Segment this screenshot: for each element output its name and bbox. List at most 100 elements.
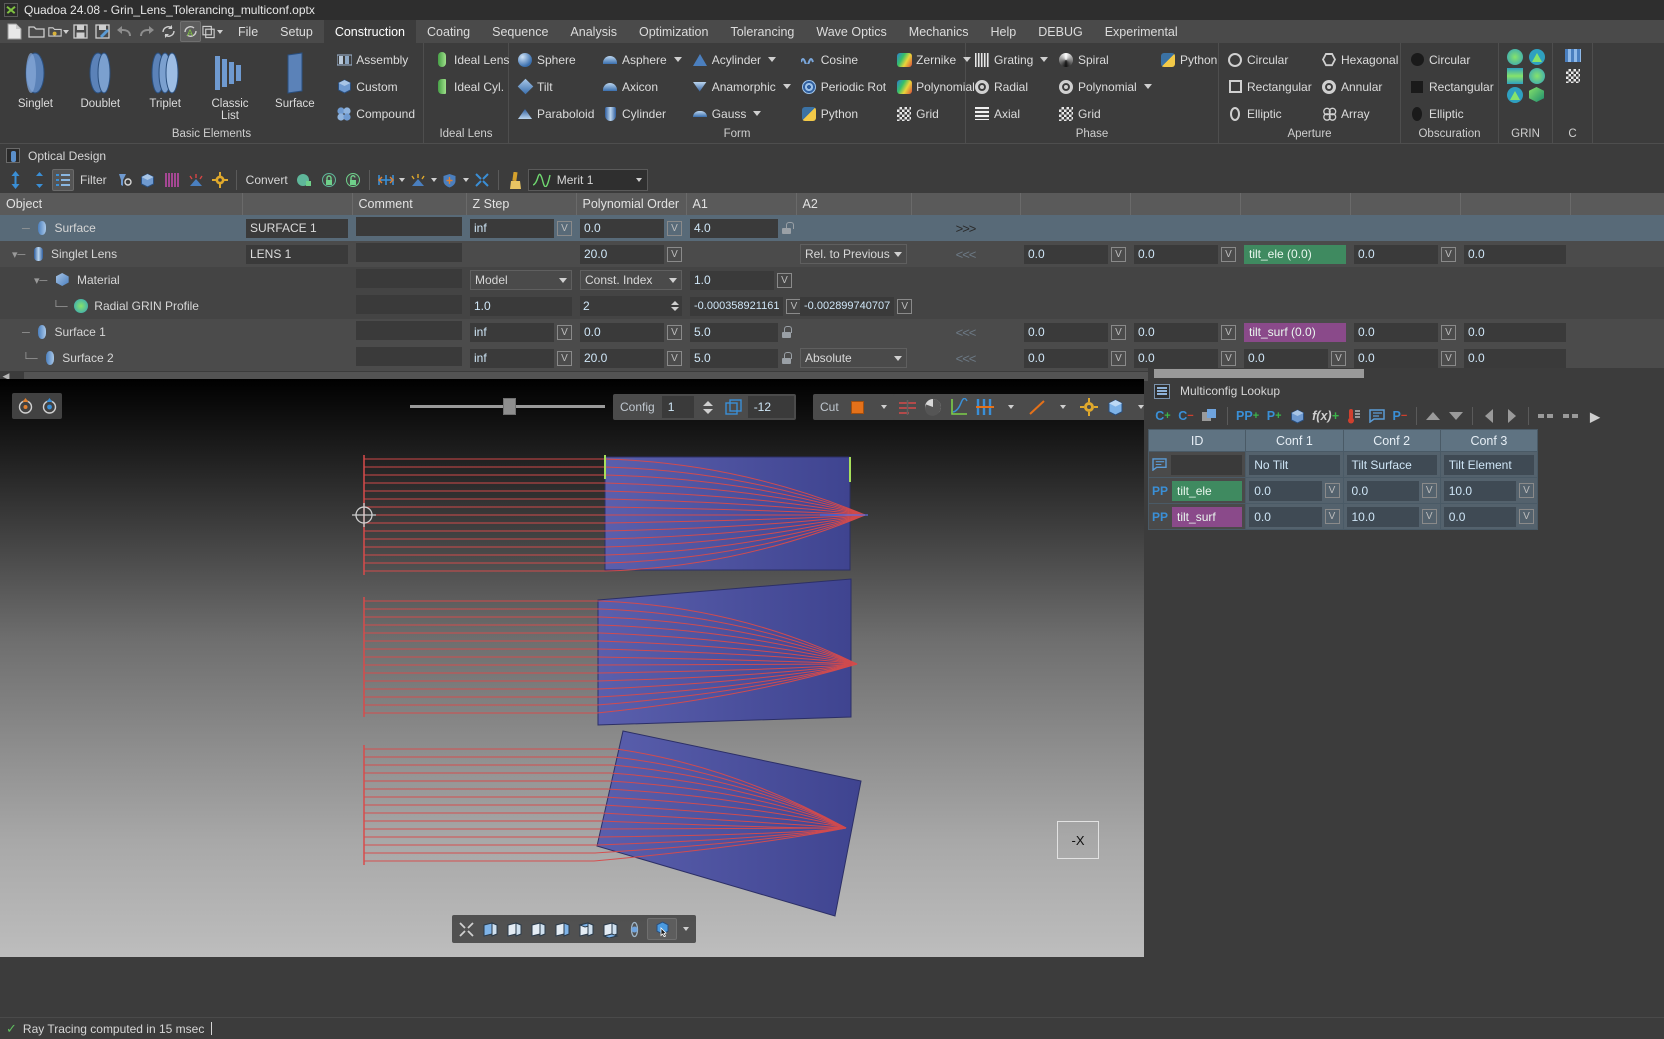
cylinder-button[interactable]: Cylinder bbox=[598, 101, 686, 126]
row-a1-cell[interactable]: -0.000358921161 V bbox=[686, 293, 802, 319]
view-back-button[interactable] bbox=[503, 918, 525, 940]
zstep-input[interactable]: inf bbox=[470, 348, 554, 368]
value-input[interactable]: 0.0 bbox=[1354, 348, 1438, 368]
gauss-button[interactable]: Gauss bbox=[688, 101, 795, 126]
variable-toggle-icon[interactable]: V bbox=[1221, 350, 1236, 366]
col-zstep[interactable]: Z Step bbox=[466, 193, 577, 215]
aperture-annular-button[interactable]: Annular bbox=[1317, 74, 1402, 99]
ideal-lens-button[interactable]: Ideal Lens bbox=[430, 47, 513, 72]
tilt-button[interactable]: Tilt bbox=[513, 74, 596, 99]
add-material-button[interactable] bbox=[1287, 405, 1307, 427]
conf1-description[interactable]: No Tilt bbox=[1249, 454, 1340, 475]
sphere-button[interactable]: Sphere bbox=[513, 47, 596, 72]
row-c3[interactable]: 0.0 V bbox=[1350, 319, 1460, 345]
remove-config-button[interactable]: C − bbox=[1176, 405, 1196, 427]
gizmo-rotate-button[interactable] bbox=[38, 395, 60, 417]
value-input[interactable]: 0.0 bbox=[1134, 244, 1218, 264]
convert-lock-button[interactable] bbox=[294, 169, 316, 191]
lock-closed-icon[interactable] bbox=[781, 326, 792, 338]
col-blank8[interactable] bbox=[1570, 193, 1664, 215]
multiconfig-row[interactable]: No Tilt Tilt Surface Tilt Element bbox=[1147, 451, 1539, 478]
tilt-surf-conf2[interactable]: 10.0 bbox=[1346, 506, 1419, 527]
row-c1[interactable]: 0.0 V bbox=[1020, 319, 1130, 345]
material-model-select[interactable]: Model bbox=[470, 270, 572, 290]
aperture-elliptic-button[interactable]: Elliptic bbox=[1223, 101, 1315, 126]
doublet-button[interactable]: Doublet bbox=[69, 47, 132, 110]
selection-mode-button[interactable] bbox=[647, 918, 677, 940]
tilt-ele-conf1[interactable]: 0.0 bbox=[1249, 480, 1322, 501]
grin-axial-icon[interactable] bbox=[1506, 68, 1523, 84]
row-poly-cell[interactable]: 0.0 V bbox=[576, 215, 686, 241]
mc-value-cell[interactable]: 0.0 V bbox=[1245, 503, 1344, 530]
variable-toggle-icon[interactable]: V bbox=[1421, 483, 1437, 498]
reference-mode-select[interactable]: Absolute bbox=[800, 348, 907, 368]
menu-experimental[interactable]: Experimental bbox=[1094, 20, 1189, 43]
add-thermal-button[interactable] bbox=[1344, 405, 1364, 427]
grid-form-button[interactable]: Grid bbox=[892, 101, 962, 126]
chevron-down-icon[interactable] bbox=[753, 111, 762, 116]
row-poly-cell[interactable]: 0.0 V bbox=[576, 319, 686, 345]
variable-toggle-icon[interactable]: V bbox=[1421, 509, 1437, 524]
row-a2-cell[interactable]: -0.002899740707 V bbox=[796, 293, 913, 319]
mc-value-cell[interactable]: 0.0 V bbox=[1439, 503, 1539, 530]
panel-horizontal-scrollbar[interactable] bbox=[1148, 368, 1664, 379]
a1-input[interactable]: 5.0 bbox=[690, 348, 778, 368]
variable-toggle-icon[interactable]: V bbox=[1324, 509, 1340, 524]
filter-grating-button[interactable] bbox=[161, 169, 183, 191]
paraboloid-button[interactable]: Paraboloid bbox=[513, 101, 596, 126]
move-row-down-button[interactable] bbox=[1446, 405, 1466, 427]
fit-view-button[interactable] bbox=[455, 918, 477, 940]
mc-value-cell[interactable]: No Tilt bbox=[1245, 451, 1344, 478]
open-recent-button[interactable] bbox=[48, 21, 69, 42]
ray-color-dropdown[interactable] bbox=[1051, 396, 1075, 418]
col-blank1[interactable] bbox=[242, 193, 353, 215]
row-zstep-cell[interactable]: inf V bbox=[466, 345, 576, 371]
periodic-rot-button[interactable]: Periodic Rot bbox=[797, 74, 890, 99]
grid-phase-button[interactable]: Grid bbox=[1054, 101, 1154, 126]
compound-button[interactable]: Compound bbox=[332, 101, 419, 126]
grin-right-icon[interactable] bbox=[1528, 68, 1545, 84]
zernike-button[interactable]: Zernike bbox=[892, 47, 972, 72]
source-tool-button[interactable] bbox=[407, 169, 429, 191]
a2-input[interactable]: -0.002899740707 bbox=[800, 296, 895, 316]
filter-surface-button[interactable] bbox=[113, 169, 135, 191]
col-comment[interactable]: Comment bbox=[352, 193, 467, 215]
zstep-input[interactable]: inf bbox=[470, 322, 554, 342]
chevron-down-icon[interactable] bbox=[673, 57, 682, 62]
spinner-arrows[interactable] bbox=[671, 301, 679, 311]
zstep-input[interactable]: inf bbox=[470, 218, 554, 238]
variable-toggle-icon[interactable]: V bbox=[777, 272, 792, 288]
variable-toggle-icon[interactable]: V bbox=[1324, 483, 1340, 498]
radial-phase-button[interactable]: Radial bbox=[970, 74, 1052, 99]
row-comment-cell[interactable] bbox=[352, 293, 466, 319]
row-a2-cell[interactable]: Absolute bbox=[796, 345, 911, 371]
row-c1[interactable]: 0.0 V bbox=[1020, 345, 1130, 371]
obscuration-elliptic-button[interactable]: Elliptic bbox=[1405, 101, 1497, 126]
poly-order-input[interactable]: 20.0 bbox=[580, 244, 664, 264]
assembly-button[interactable]: Assembly bbox=[332, 47, 419, 72]
aperture-stop-button[interactable] bbox=[921, 396, 945, 418]
grin-left-icon[interactable] bbox=[1528, 49, 1545, 65]
comment-input[interactable] bbox=[356, 243, 462, 262]
variable-toggle-icon[interactable]: V bbox=[557, 324, 572, 340]
value-input[interactable]: 0.0 bbox=[1464, 244, 1566, 264]
multiconfig-row[interactable]: PP tilt_surf 0.0 V 10.0 V 0.0 V bbox=[1147, 503, 1539, 530]
col-a1[interactable]: A1 bbox=[686, 193, 797, 215]
table-row[interactable]: ▾─ Material Model Const. Index 1.0 V bbox=[0, 267, 1664, 293]
scroll-track[interactable] bbox=[1154, 369, 1364, 378]
classic-list-button[interactable]: Classic List bbox=[199, 47, 262, 122]
poly-order-input[interactable]: 0.0 bbox=[580, 322, 664, 342]
ideal-cylinder-button[interactable]: Ideal Cyl. bbox=[430, 74, 513, 99]
config-spinner[interactable] bbox=[696, 396, 720, 418]
variable-toggle-icon[interactable]: V bbox=[1111, 350, 1126, 366]
coating-grid-icon[interactable] bbox=[1564, 49, 1581, 62]
acylinder-button[interactable]: Acylinder bbox=[688, 47, 795, 72]
variable-toggle-icon[interactable]: V bbox=[557, 350, 572, 366]
mc-value-cell[interactable]: Tilt Surface bbox=[1342, 451, 1441, 478]
move-row-up-button[interactable] bbox=[1423, 405, 1443, 427]
aperture-circular-button[interactable]: Circular bbox=[1223, 47, 1315, 72]
row-c4[interactable]: 0.0 bbox=[1460, 319, 1570, 345]
variable-toggle-icon[interactable]: V bbox=[1221, 324, 1236, 340]
distance-tool-button[interactable] bbox=[375, 169, 397, 191]
comment-input[interactable] bbox=[356, 347, 462, 366]
